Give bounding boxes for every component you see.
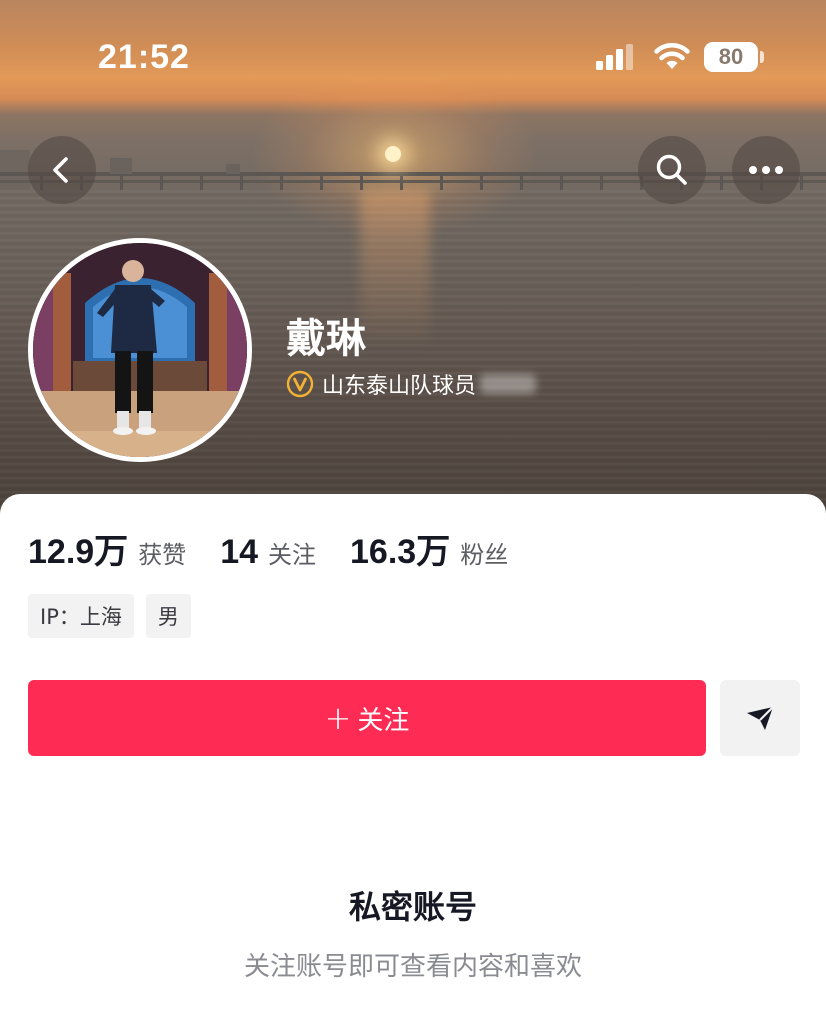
stat-label: 获赞 [138,541,187,569]
follow-label: 关注 [357,705,410,736]
profile-tags: IP：上海 男 [28,594,203,638]
private-account-title: 私密账号 [348,888,477,926]
gender-tag: 男 [145,594,191,638]
wifi-icon [654,43,690,69]
signal-icon [596,44,633,70]
profile-info-card: 12.9万 获赞 14 关注 16.3万 粉丝 IP：上海 男 + 关注 私密账… [0,494,826,1012]
stat-likes[interactable]: 12.9万 获赞 [28,524,186,573]
stat-label: 粉丝 [460,541,509,569]
back-button[interactable] [28,136,96,204]
verification-text: 山东泰山队球员 [322,374,477,399]
plus-icon: + [324,699,352,737]
battery-level: 80 [718,44,744,69]
send-icon [747,706,774,730]
stat-value: 16.3万 [350,533,451,571]
more-button[interactable] [732,136,800,204]
more-icon [749,166,783,174]
avatar-photo [33,243,247,457]
ip-location-tag: IP：上海 [28,594,134,638]
stat-value: 12.9万 [28,533,129,571]
stat-value: 14 [220,533,259,571]
profile-name: 戴琳 [286,316,366,362]
battery-icon: 80 [704,42,758,72]
verified-badge-icon [286,370,314,398]
blurred-text [480,374,537,394]
profile-page: 21:52 80 戴琳 山东泰山队球员 12.9万 获赞 14 关注 16.3万… [0,0,826,1012]
search-icon [656,154,687,185]
stat-followers[interactable]: 16.3万 粉丝 [350,524,508,573]
stat-following[interactable]: 14 关注 [220,533,316,572]
sun-reflection [360,190,430,350]
verification-row: 山东泰山队球员 [286,368,537,400]
status-time: 21:52 [98,38,190,76]
share-button[interactable] [720,680,800,756]
search-button[interactable] [638,136,706,204]
chevron-left-icon [53,157,68,183]
avatar[interactable] [28,238,252,462]
stat-label: 关注 [268,541,317,569]
battery-tip [760,51,764,63]
sun [385,146,401,162]
private-account-subtitle: 关注账号即可查看内容和喜欢 [243,952,582,982]
stats-row: 12.9万 获赞 14 关注 16.3万 粉丝 [28,524,542,573]
follow-button[interactable]: + 关注 [28,680,706,756]
